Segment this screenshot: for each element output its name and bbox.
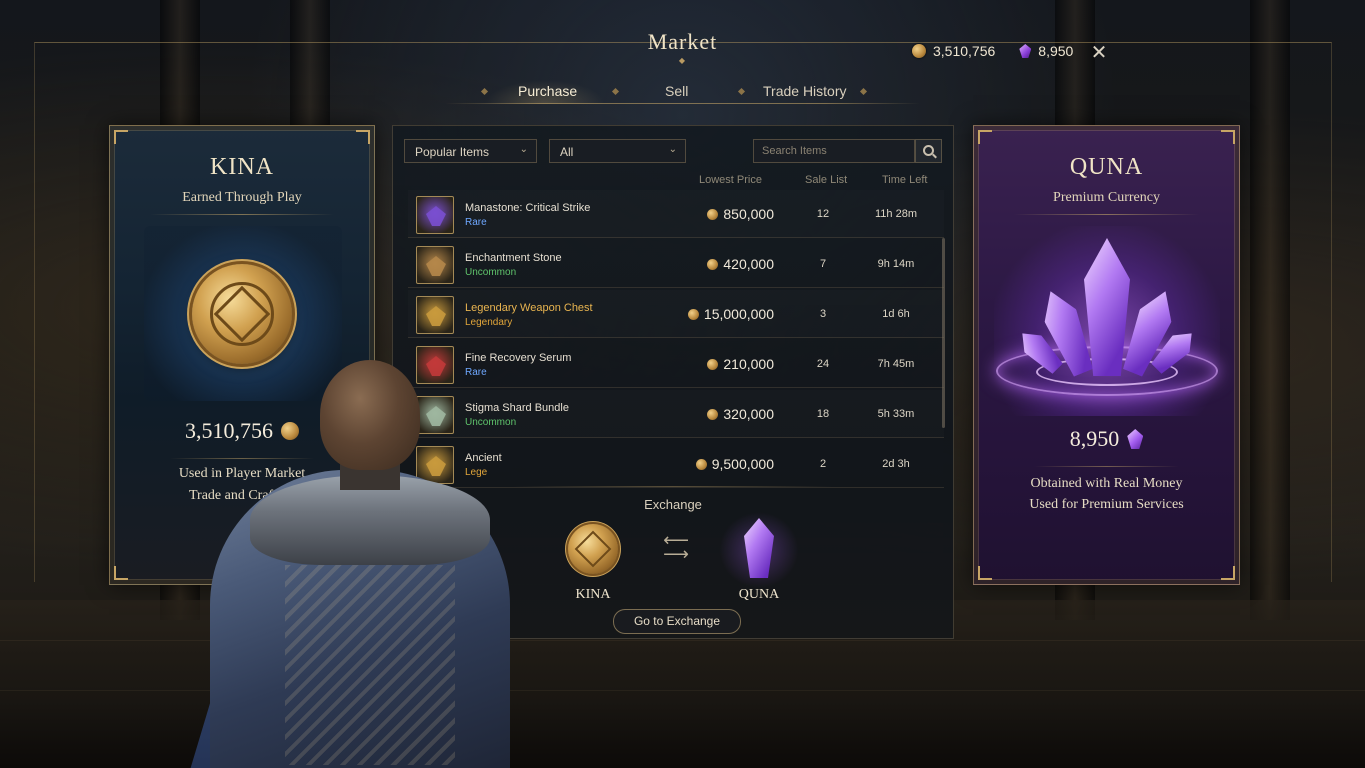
tab-purchase[interactable]: Purchase [518, 83, 577, 99]
item-price: 210,000 [707, 356, 774, 372]
item-name: Enchantment Stone [465, 252, 562, 264]
item-price: 9,500,000 [695, 456, 774, 472]
item-price: 15,000,000 [687, 306, 774, 322]
quna-desc-line2: Used for Premium Services [1029, 497, 1184, 512]
item-rarity: Legendary [465, 317, 513, 328]
item-rarity: Rare [465, 217, 487, 228]
window-title: Market [647, 29, 718, 54]
quna-subtitle: Premium Currency [1053, 190, 1160, 205]
kina-coin-icon [707, 208, 719, 220]
item-price-value: 9,500,000 [711, 456, 774, 472]
tabs-underline [445, 103, 920, 104]
item-price-value: 850,000 [723, 206, 774, 222]
kina-coin-icon [192, 264, 292, 364]
item-time-left: 2d 3h [882, 458, 910, 470]
item-name: Manastone: Critical Strike [465, 202, 591, 214]
item-time-left: 11h 28m [875, 208, 917, 220]
quna-gem-icon [1127, 429, 1144, 449]
close-icon[interactable]: ✕ [1089, 42, 1109, 62]
header-time-left[interactable]: Time Left [882, 174, 927, 186]
table-row[interactable]: Enchantment Stone Uncommon 420,000 7 9h 14m [408, 240, 944, 288]
item-price: 850,000 [707, 206, 774, 222]
quna-amount: 8,950 [974, 426, 1239, 452]
wallet: 3,510,756 8,950 [912, 43, 1073, 59]
go-to-exchange-button[interactable]: Go to Exchange [613, 609, 741, 634]
tab-separator [611, 87, 620, 96]
exchange-from-label: KINA [575, 587, 611, 602]
kina-subtitle: Earned Through Play [182, 190, 302, 205]
wallet-quna: 8,950 [1038, 43, 1074, 59]
exchange-arrows-icon: ⟵ ⟶ [663, 530, 689, 565]
title-ornament: ◆ [678, 56, 686, 65]
chevron-down-icon: ⌄ [519, 144, 528, 155]
tab-separator [859, 87, 868, 96]
item-rarity: Uncommon [465, 267, 517, 278]
chevron-down-icon: ⌄ [668, 144, 677, 155]
item-name: Legendary Weapon Chest [465, 302, 593, 314]
category-dropdown[interactable]: Popular Items ⌄ [404, 139, 537, 163]
header-sale-list[interactable]: Sale List [805, 174, 847, 186]
item-time-left: 9h 14m [877, 258, 915, 270]
kina-coin-icon [707, 258, 719, 270]
manastone-icon [416, 196, 454, 234]
tab-separator [737, 87, 746, 96]
treasure-chest-icon [416, 296, 454, 334]
kina-coin-icon [687, 308, 699, 320]
table-row[interactable]: Manastone: Critical Strike Rare 850,000 12 1… [408, 190, 944, 238]
header-lowest-price[interactable]: Lowest Price [699, 174, 762, 186]
quna-title: QUNA [1069, 154, 1144, 180]
kina-coin-icon [695, 458, 707, 470]
kina-coin-icon [707, 358, 719, 370]
kina-title: KINA [210, 154, 274, 180]
item-time-left: 7h 45m [877, 358, 915, 370]
item-sale-count: 12 [816, 208, 830, 220]
player-character [190, 360, 510, 768]
quna-desc-line1: Obtained with Real Money [1030, 476, 1183, 491]
item-price: 320,000 [707, 406, 774, 422]
quna-panel: QUNA Premium Currency 8,950 Obtained wit… [973, 125, 1240, 585]
tab-trade-history[interactable]: Trade History [763, 83, 847, 99]
item-sale-count: 18 [816, 408, 830, 420]
item-price-value: 320,000 [723, 406, 774, 422]
kina-coin-icon [707, 408, 719, 420]
item-price-value: 15,000,000 [703, 306, 774, 322]
search-button[interactable] [915, 139, 942, 163]
tab-sell[interactable]: Sell [665, 83, 688, 99]
kina-coin-icon [568, 524, 618, 574]
item-sale-count: 24 [816, 358, 830, 370]
item-sale-count: 7 [819, 258, 827, 270]
exchange-to-label: QUNA [738, 587, 780, 602]
listing-scrollbar[interactable] [942, 238, 945, 428]
kina-coin-icon [912, 44, 926, 58]
item-price: 420,000 [707, 256, 774, 272]
item-price-value: 210,000 [723, 356, 774, 372]
search-input[interactable]: Search Items [753, 139, 915, 163]
quna-amount-value: 8,950 [1069, 426, 1120, 451]
wallet-kina: 3,510,756 [933, 43, 996, 59]
market-tabs: Purchase Sell Trade History [445, 80, 920, 104]
item-time-left: 1d 6h [882, 308, 910, 320]
item-sale-count: 2 [819, 458, 827, 470]
category-dropdown-value: Popular Items [415, 145, 490, 159]
quna-gem-icon [1019, 44, 1032, 58]
table-row[interactable]: Legendary Weapon Chest Legendary 15,000,00… [408, 290, 944, 338]
item-sale-count: 3 [819, 308, 827, 320]
type-dropdown-value: All [560, 145, 574, 159]
enchantment-stone-icon [416, 246, 454, 284]
item-price-value: 420,000 [723, 256, 774, 272]
type-dropdown[interactable]: All ⌄ [549, 139, 686, 163]
item-time-left: 5h 33m [877, 408, 915, 420]
